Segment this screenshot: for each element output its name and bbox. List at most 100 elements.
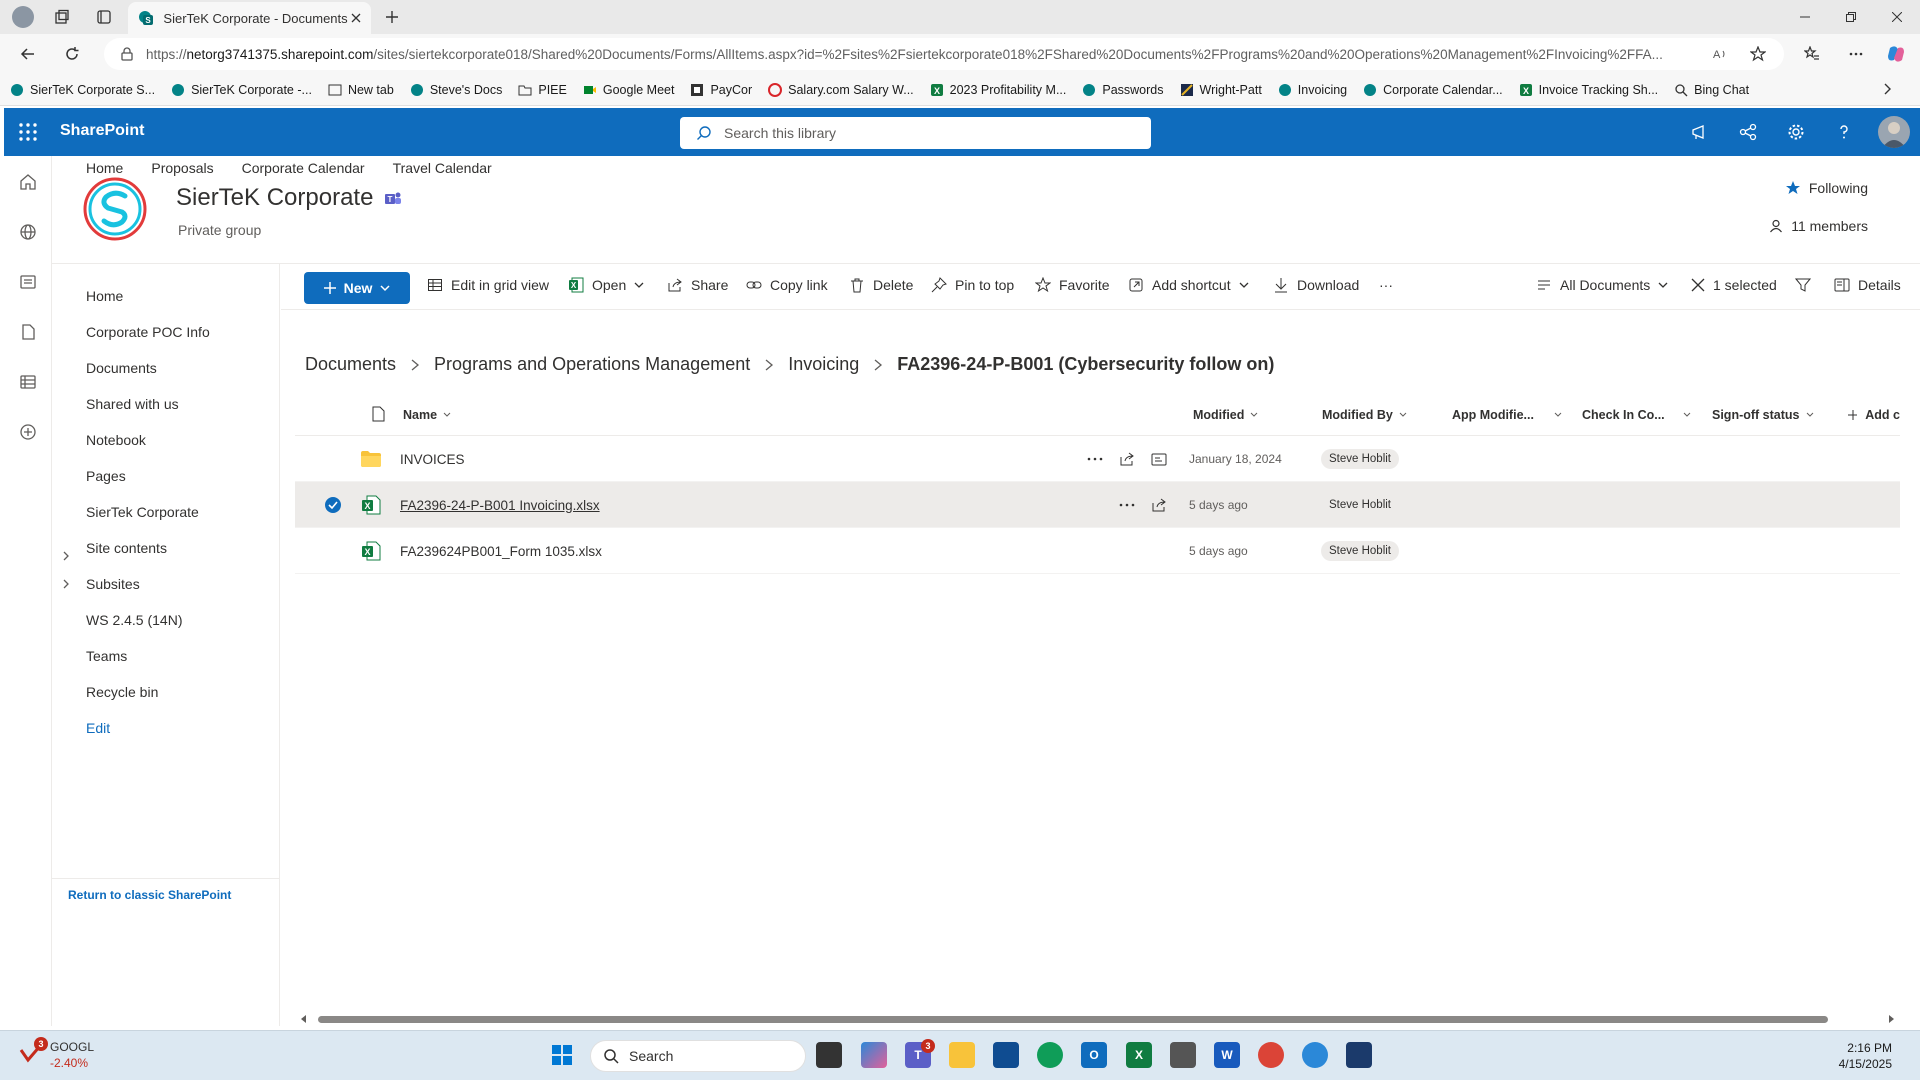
horizontal-scrollbar[interactable]	[300, 1012, 1895, 1026]
nav-notebook[interactable]: Notebook	[86, 432, 146, 448]
checkmark-selected-icon[interactable]	[324, 482, 342, 528]
scroll-left-arrow-icon[interactable]	[300, 1015, 308, 1023]
nav-site-contents[interactable]: Site contents	[86, 540, 167, 556]
file-name[interactable]: INVOICES	[400, 436, 465, 482]
bookmark-salary[interactable]: Salary.com Salary W...	[768, 82, 914, 97]
outlook-taskbar-icon[interactable]: O	[1081, 1042, 1107, 1068]
bookmark-invoice-tracking[interactable]: X Invoice Tracking Sh...	[1519, 83, 1658, 97]
breadcrumb-programs[interactable]: Programs and Operations Management	[434, 354, 750, 375]
bookmark-siertek-2[interactable]: SierTeK Corporate -...	[171, 83, 312, 97]
sharepoint-brand[interactable]: SharePoint	[60, 122, 144, 140]
nav-corporate-poc-info[interactable]: Corporate POC Info	[86, 324, 210, 340]
column-header-name[interactable]: Name	[403, 408, 451, 422]
edit-grid-view-button[interactable]: Edit in grid view	[427, 277, 549, 293]
workspaces-icon[interactable]	[52, 7, 72, 27]
column-header-signoff[interactable]: Sign-off status	[1712, 408, 1814, 422]
nav-recycle-bin[interactable]: Recycle bin	[86, 684, 158, 700]
profile-avatar[interactable]	[12, 6, 34, 28]
task-view-icon[interactable]	[816, 1042, 842, 1068]
row-more-icon[interactable]	[1119, 482, 1135, 528]
favorite-star-icon[interactable]	[1748, 44, 1768, 64]
list-row-form-1035-xlsx[interactable]: X FA239624PB001_Form 1035.xlsx 5 days ag…	[295, 528, 1900, 574]
members-button[interactable]: 11 members	[1769, 218, 1868, 234]
edge-taskbar-icon[interactable]	[1037, 1042, 1063, 1068]
column-header-modified[interactable]: Modified	[1193, 408, 1258, 422]
following-button[interactable]: Following	[1785, 180, 1868, 196]
file-icon[interactable]	[18, 322, 38, 342]
taskbar-search[interactable]: Search	[590, 1040, 806, 1072]
favorite-button[interactable]: Favorite	[1035, 277, 1110, 293]
bookmark-bing-chat[interactable]: Bing Chat	[1674, 83, 1749, 97]
nav-teams[interactable]: Teams	[86, 648, 127, 664]
gear-icon[interactable]	[1786, 122, 1806, 142]
chevron-right-icon[interactable]	[60, 578, 72, 590]
system-clock[interactable]: 2:16 PM 4/15/2025	[1839, 1040, 1892, 1072]
add-shortcut-button[interactable]: Add shortcut	[1128, 277, 1257, 293]
delete-button[interactable]: Delete	[849, 277, 913, 293]
megaphone-icon[interactable]	[1690, 122, 1710, 142]
clear-selection-button[interactable]: 1 selected	[1691, 277, 1777, 293]
bookmarks-overflow-chevron-icon[interactable]	[1880, 82, 1894, 96]
restore-icon[interactable]	[1828, 0, 1874, 34]
nav-documents[interactable]: Documents	[86, 360, 157, 376]
globe-icon[interactable]	[18, 222, 38, 242]
user-avatar[interactable]	[1878, 116, 1910, 148]
bookmark-profitability[interactable]: X 2023 Profitability M...	[930, 83, 1066, 97]
download-button[interactable]: Download	[1273, 277, 1359, 293]
back-icon[interactable]	[18, 44, 38, 64]
new-button[interactable]: New	[304, 272, 410, 304]
scroll-right-arrow-icon[interactable]	[1887, 1015, 1895, 1023]
lock-icon[interactable]	[120, 47, 134, 61]
nav-siertek-corporate[interactable]: SierTek Corporate	[86, 504, 199, 520]
excel-taskbar-icon[interactable]: X	[1126, 1042, 1152, 1068]
bookmark-google-meet[interactable]: Google Meet	[583, 83, 674, 97]
nav-subsites[interactable]: Subsites	[86, 576, 140, 592]
copilot-icon[interactable]	[1886, 44, 1906, 64]
modified-by[interactable]: Steve Hoblit	[1321, 528, 1400, 574]
home-icon[interactable]	[18, 172, 38, 192]
row-activity-icon[interactable]	[1151, 436, 1167, 482]
close-window-icon[interactable]	[1874, 0, 1920, 34]
bookmark-wright-patt[interactable]: Wright-Patt	[1180, 83, 1262, 97]
favorites-icon[interactable]	[1802, 44, 1822, 64]
row-share-icon[interactable]	[1119, 436, 1135, 482]
calculator-icon[interactable]	[1170, 1042, 1196, 1068]
bookmark-piee[interactable]: PIEE	[518, 83, 567, 97]
list-row-invoicing-xlsx[interactable]: X FA2396-24-P-B001 Invoicing.xlsx 5 days…	[295, 482, 1900, 528]
nav-home[interactable]: Home	[86, 288, 123, 304]
create-icon[interactable]	[18, 422, 38, 442]
list-row-invoices[interactable]: INVOICES January 18, 2024 Steve Hoblit	[295, 436, 1900, 482]
more-icon[interactable]	[1846, 44, 1866, 64]
view-selector[interactable]: All Documents	[1536, 277, 1676, 293]
filter-button[interactable]	[1795, 277, 1819, 293]
bookmark-paycor[interactable]: PayCor	[690, 83, 752, 97]
modified-by[interactable]: Steve Hoblit	[1321, 436, 1400, 482]
more-commands-button[interactable]: ···	[1379, 277, 1393, 293]
pin-to-top-button[interactable]: Pin to top	[931, 277, 1014, 293]
bookmark-siertek-1[interactable]: SierTeK Corporate S...	[10, 83, 155, 97]
hub-nav-proposals[interactable]: Proposals	[151, 160, 213, 176]
bookmark-invoicing[interactable]: Invoicing	[1278, 83, 1347, 97]
screen-app-icon[interactable]	[1346, 1042, 1372, 1068]
search-library-input[interactable]: Search this library	[680, 117, 1151, 149]
chrome-taskbar-icon[interactable]	[1258, 1042, 1284, 1068]
minimize-icon[interactable]	[1782, 0, 1828, 34]
breadcrumb-invoicing[interactable]: Invoicing	[788, 354, 859, 375]
breadcrumb-documents[interactable]: Documents	[305, 354, 396, 375]
stock-widget[interactable]: 3 GOOGL -2.40%	[18, 1037, 94, 1071]
copy-link-button[interactable]: Copy link	[746, 277, 828, 293]
close-tab-icon[interactable]	[348, 9, 365, 27]
open-button[interactable]: X Open	[568, 277, 652, 293]
file-name[interactable]: FA239624PB001_Form 1035.xlsx	[400, 528, 602, 574]
teams-icon[interactable]: T	[384, 190, 402, 208]
row-share-icon[interactable]	[1151, 482, 1167, 528]
nav-edit-link[interactable]: Edit	[86, 720, 110, 736]
chevron-right-icon[interactable]	[60, 550, 72, 562]
modified-by[interactable]: Steve Hoblit	[1321, 482, 1399, 528]
store-icon[interactable]	[993, 1042, 1019, 1068]
hub-nav-travel-calendar[interactable]: Travel Calendar	[393, 160, 492, 176]
news-icon[interactable]	[18, 272, 38, 292]
file-name[interactable]: FA2396-24-P-B001 Invoicing.xlsx	[400, 482, 600, 528]
details-button[interactable]: Details	[1834, 277, 1901, 293]
bookmark-corporate-calendar[interactable]: Corporate Calendar...	[1363, 83, 1503, 97]
